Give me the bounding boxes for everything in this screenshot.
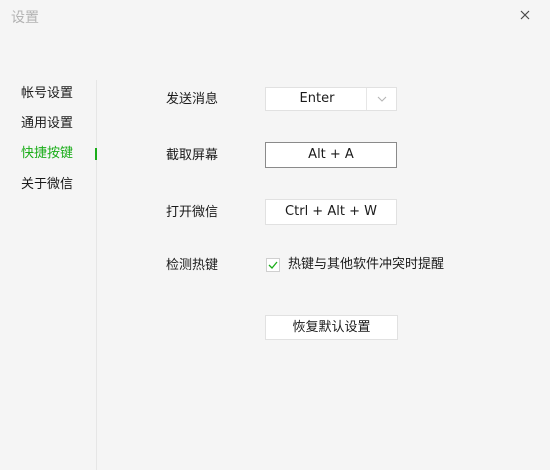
dropdown-arrow[interactable]	[366, 88, 396, 110]
settings-window: 设置 帐号设置 通用设置 快捷按键 关于微信 发送消息 Enter 截取屏幕 A…	[0, 0, 550, 470]
send-message-label: 发送消息	[166, 92, 219, 107]
reset-defaults-button[interactable]: 恢复默认设置	[265, 315, 398, 340]
sidebar-item-label: 通用设置	[21, 116, 74, 131]
detect-hotkey-label: 检测热键	[166, 258, 219, 273]
sidebar: 帐号设置 通用设置 快捷按键 关于微信	[0, 80, 97, 470]
hotkey-conflict-checkbox[interactable]	[266, 258, 280, 272]
sidebar-item-label: 帐号设置	[21, 86, 74, 101]
sidebar-item-label: 关于微信	[21, 177, 74, 192]
sidebar-item-shortcuts[interactable]: 快捷按键	[21, 143, 97, 165]
send-message-dropdown[interactable]: Enter	[265, 87, 397, 111]
active-indicator	[95, 148, 97, 160]
sidebar-item-label: 快捷按键	[21, 146, 74, 161]
close-button[interactable]	[514, 4, 536, 26]
hotkey-conflict-label: 热键与其他软件冲突时提醒	[288, 257, 445, 272]
sidebar-item-about[interactable]: 关于微信	[21, 174, 96, 196]
check-icon	[268, 261, 278, 269]
hotkey-conflict-checkbox-row[interactable]: 热键与其他软件冲突时提醒	[266, 255, 444, 275]
sidebar-item-general[interactable]: 通用设置	[21, 113, 96, 135]
open-wechat-hotkey-field[interactable]: Ctrl + Alt + W	[265, 199, 397, 225]
screenshot-label: 截取屏幕	[166, 148, 219, 163]
send-message-value: Enter	[299, 91, 335, 106]
chevron-down-icon	[377, 96, 386, 102]
sidebar-item-account[interactable]: 帐号设置	[21, 83, 96, 105]
close-icon	[520, 10, 530, 20]
screenshot-hotkey-field[interactable]: Alt + A	[265, 142, 397, 168]
window-title: 设置	[11, 10, 39, 26]
open-wechat-label: 打开微信	[166, 205, 219, 220]
